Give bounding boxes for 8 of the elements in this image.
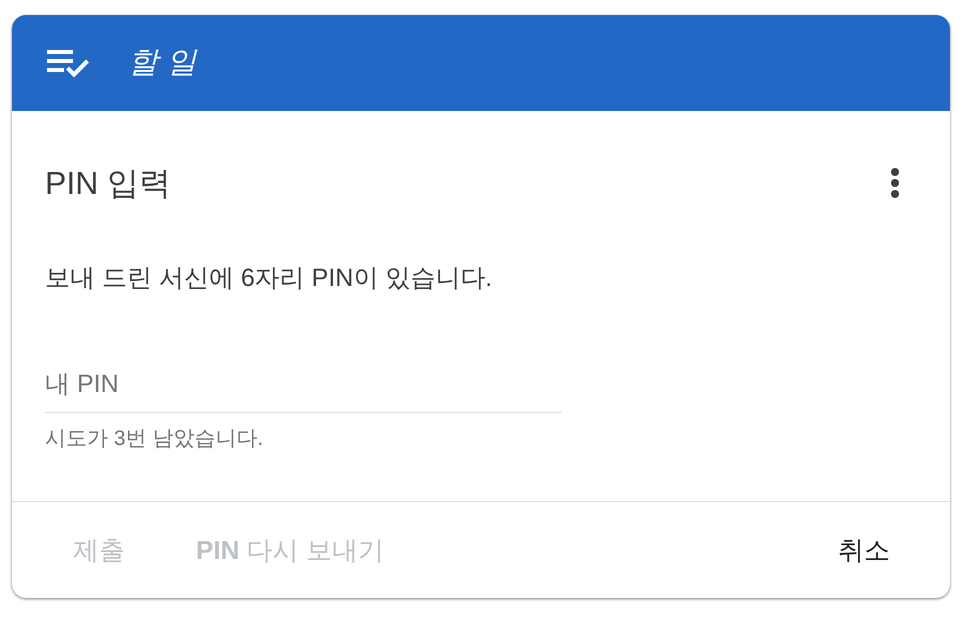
dialog-title: PIN 입력 bbox=[45, 164, 172, 203]
dialog-message: 보내 드린 서신에 6자리 PIN이 있습니다. bbox=[45, 263, 494, 294]
more-options-icon[interactable] bbox=[890, 168, 900, 198]
checklist-icon bbox=[47, 47, 91, 79]
app-title: 할 일 bbox=[128, 45, 196, 81]
action-button[interactable]: 취소 bbox=[818, 526, 910, 574]
helper-text: 시도가 3번 남았습니다. bbox=[45, 426, 264, 452]
pin-input-field[interactable]: 내 PIN bbox=[45, 365, 562, 413]
